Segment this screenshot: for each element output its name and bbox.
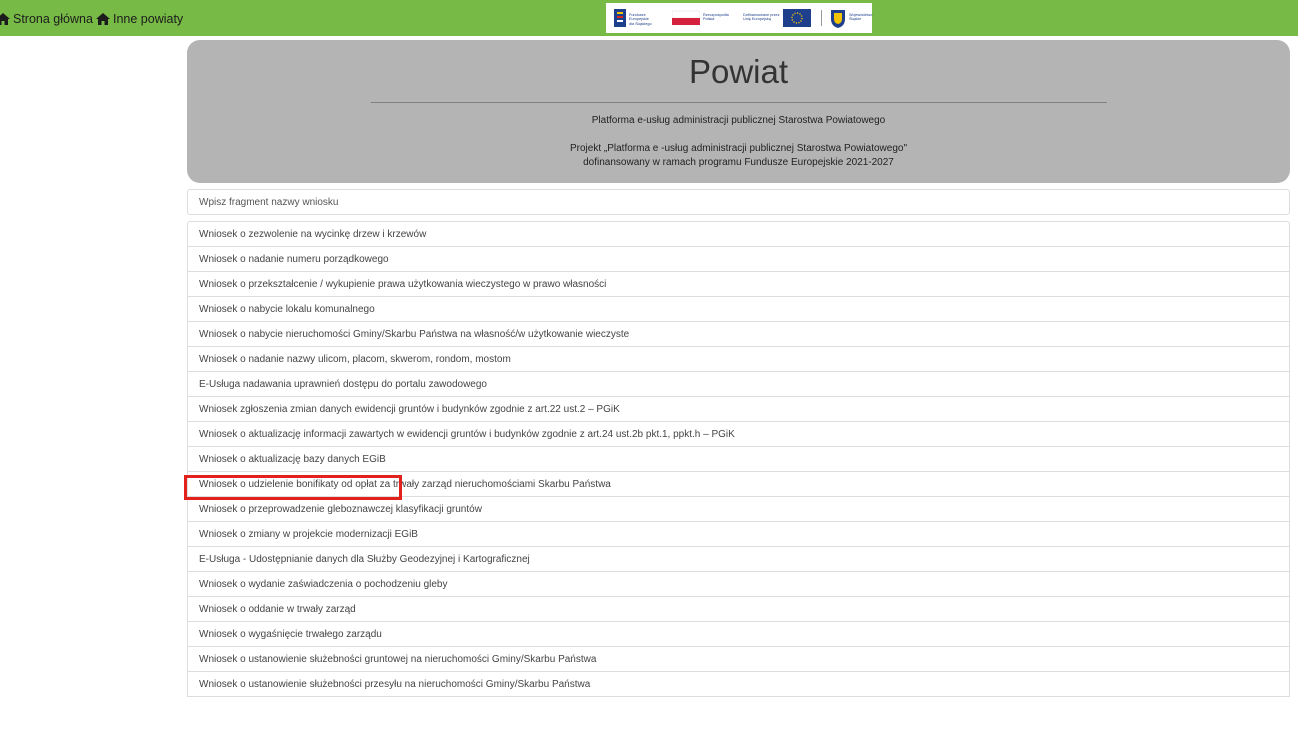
nav-other-districts-link[interactable]: Inne powiaty bbox=[96, 10, 183, 28]
request-list-item[interactable]: Wniosek o wydanie zaświadczenia o pochod… bbox=[188, 572, 1289, 597]
page-title: Powiat bbox=[688, 53, 789, 90]
platform-subtitle: Platforma e-usług administracji publiczn… bbox=[591, 115, 886, 126]
rp-logo-label: Rzeczpospolita Polska bbox=[703, 13, 729, 22]
request-list-item[interactable]: Wniosek o aktualizację informacji zawart… bbox=[188, 422, 1289, 447]
poland-flag-icon bbox=[672, 10, 700, 25]
fe-logo-icon bbox=[614, 9, 626, 27]
request-search-input[interactable] bbox=[187, 189, 1290, 215]
request-list-item[interactable]: Wniosek o ustanowienie służebności przes… bbox=[188, 672, 1289, 697]
request-list: Wniosek o zezwolenie na wycinkę drzew i … bbox=[187, 221, 1290, 697]
request-list-item[interactable]: Wniosek o nadanie nazwy ulicom, placom, … bbox=[188, 347, 1289, 372]
home-icon bbox=[0, 13, 10, 25]
project-line-2: dofinansowany w ramach programu Fundusze… bbox=[583, 157, 894, 168]
project-line-1: Projekt „Platforma e -usług administracj… bbox=[569, 143, 908, 154]
nav-home-link[interactable]: Strona główna bbox=[0, 10, 93, 28]
eu-logo-label: Dofinansowane przez Unię Europejską bbox=[743, 13, 780, 22]
fe-logo-label: Fundusze Europejskie dla Śląskiego bbox=[629, 13, 652, 26]
request-list-item[interactable]: Wniosek o zmiany w projekcie modernizacj… bbox=[188, 522, 1289, 547]
request-list-item[interactable]: Wniosek o nabycie lokalu komunalnego bbox=[188, 297, 1289, 322]
request-list-item[interactable]: Wniosek o nadanie numeru porządkowego bbox=[188, 247, 1289, 272]
home-icon bbox=[96, 13, 110, 25]
logo-divider bbox=[821, 10, 822, 26]
request-list-item[interactable]: Wniosek o aktualizację bazy danych EGiB bbox=[188, 447, 1289, 472]
region-crest-icon bbox=[831, 10, 845, 28]
request-list-item[interactable]: Wniosek o ustanowienie służebności grunt… bbox=[188, 647, 1289, 672]
title-divider bbox=[371, 102, 1107, 103]
eu-flag-icon bbox=[783, 9, 811, 27]
request-list-item[interactable]: Wniosek o nabycie nieruchomości Gminy/Sk… bbox=[188, 322, 1289, 347]
request-list-item[interactable]: Wniosek o zezwolenie na wycinkę drzew i … bbox=[188, 222, 1289, 247]
request-list-item[interactable]: E-Usługa - Udostępnianie danych dla Służ… bbox=[188, 547, 1289, 572]
hero-panel: Powiat Platforma e-usług administracji p… bbox=[187, 40, 1290, 183]
request-list-item[interactable]: Wniosek o przeprowadzenie gleboznawczej … bbox=[188, 497, 1289, 522]
nav-home-label: Strona główna bbox=[13, 12, 93, 26]
nav-other-label: Inne powiaty bbox=[113, 12, 184, 26]
request-list-item[interactable]: Wniosek o przekształcenie / wykupienie p… bbox=[188, 272, 1289, 297]
request-list-item[interactable]: Wniosek o oddanie w trwały zarząd bbox=[188, 597, 1289, 622]
request-list-item[interactable]: Wniosek o udzielenie bonifikaty od opłat… bbox=[188, 472, 1289, 497]
project-info: Projekt „Platforma e -usług administracj… bbox=[187, 142, 1290, 170]
request-list-item[interactable]: Wniosek zgłoszenia zmian danych ewidencj… bbox=[188, 397, 1289, 422]
region-logo-label: Województwo Śląskie bbox=[849, 13, 873, 22]
top-navbar: Strona główna Inne powiaty Fundusze Euro… bbox=[0, 0, 1298, 36]
request-list-item[interactable]: E-Usługa nadawania uprawnień dostępu do … bbox=[188, 372, 1289, 397]
funding-logos-banner: Fundusze Europejskie dla Śląskiego Rzecz… bbox=[606, 3, 872, 33]
request-list-item[interactable]: Wniosek o wygaśnięcie trwałego zarządu bbox=[188, 622, 1289, 647]
